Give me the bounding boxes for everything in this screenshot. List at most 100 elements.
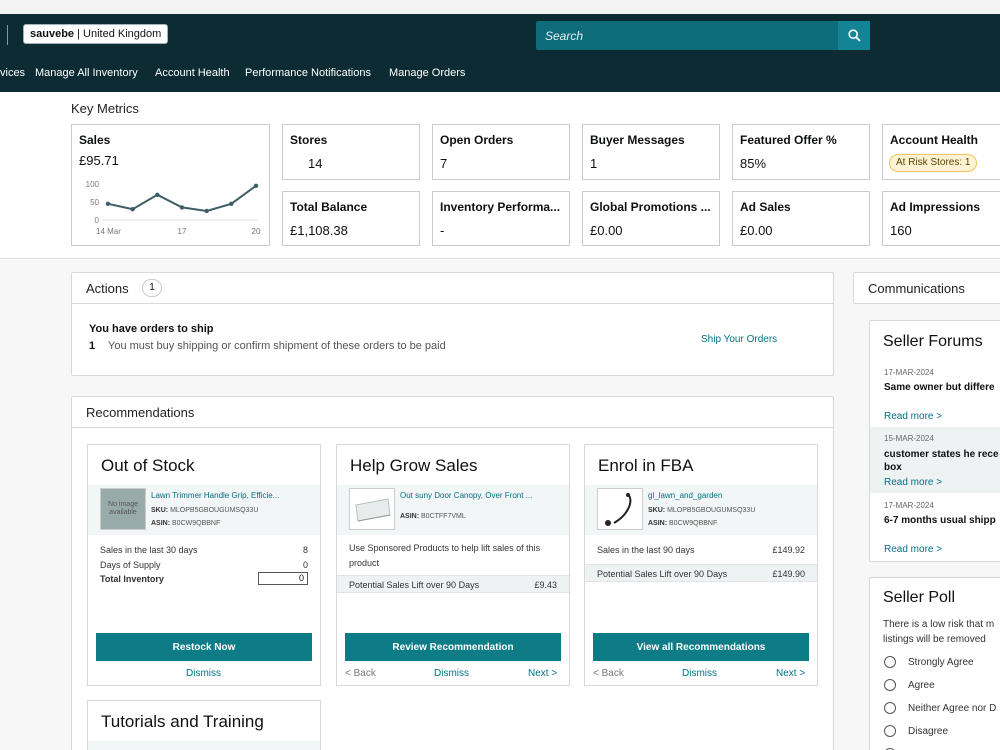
actions-header: Actions 1 <box>72 273 833 304</box>
metric-label: Featured Offer % <box>740 133 837 147</box>
metric-value: 14 <box>308 156 323 171</box>
y-tick-label: 50 <box>90 198 99 207</box>
poll-radio-disagree[interactable] <box>884 725 896 737</box>
total-balance-metric-card[interactable]: Total Balance £1,108.38 <box>282 191 420 246</box>
total-inventory-input[interactable]: 0 <box>258 572 308 585</box>
product-row: gl_lawn_and_garden SKU: MLOPB5GBOUGUMSQ3… <box>585 485 817 535</box>
inventory-performance-metric-card[interactable]: Inventory Performa... - <box>432 191 570 246</box>
dismiss-link[interactable]: Dismiss <box>434 668 469 679</box>
read-more-link[interactable]: Read more > <box>884 477 942 488</box>
product-asin: ASIN: B0CW9QBBNF <box>648 520 718 527</box>
global-promotions-metric-card[interactable]: Global Promotions ... £0.00 <box>582 191 720 246</box>
next-link[interactable]: Next > <box>776 668 805 679</box>
dismiss-link[interactable]: Dismiss <box>186 668 221 679</box>
search-button[interactable] <box>838 21 870 50</box>
potential-sales-band: Potential Sales Lift over 90 Days £9.43 <box>337 575 569 593</box>
stat-row: Sales in the last 30 days 8 <box>100 545 308 555</box>
trimmer-handle-image <box>605 493 632 526</box>
forum-post-title[interactable]: customer states he rece <box>884 449 999 460</box>
x-tick-label: 20 <box>252 227 261 236</box>
dismiss-link[interactable]: Dismiss <box>682 668 717 679</box>
store-switcher[interactable]: sauvebe | United Kingdom <box>23 24 169 44</box>
potential-sales-band: Potential Sales Lift over 90 Days £149.9… <box>585 564 817 582</box>
nav-item-manage-orders[interactable]: Manage Orders <box>389 67 465 79</box>
ad-sales-metric-card[interactable]: Ad Sales £0.00 <box>732 191 870 246</box>
sales-label: Sales <box>79 133 111 147</box>
main-nav: vices Manage All Inventory Account Healt… <box>0 56 1000 92</box>
sales-data-point[interactable] <box>253 183 259 188</box>
next-link[interactable]: Next > <box>528 668 557 679</box>
open-orders-metric-card[interactable]: Open Orders 7 <box>432 124 570 180</box>
sales-data-point[interactable] <box>155 192 160 197</box>
read-more-link[interactable]: Read more > <box>884 411 942 422</box>
restock-now-button[interactable]: Restock Now <box>96 633 312 661</box>
card-title: Out of Stock <box>101 456 195 475</box>
review-recommendation-button[interactable]: Review Recommendation <box>345 633 561 661</box>
buyer-messages-metric-card[interactable]: Buyer Messages 1 <box>582 124 720 180</box>
search-input[interactable] <box>536 21 838 50</box>
card-title: Enrol in FBA <box>598 456 694 475</box>
view-all-recommendations-button[interactable]: View all Recommendations <box>593 633 809 661</box>
ship-your-orders-link[interactable]: Ship Your Orders <box>701 334 777 345</box>
read-more-link[interactable]: Read more > <box>884 544 942 555</box>
nav-item-account-health[interactable]: Account Health <box>155 67 230 79</box>
sales-metric-card[interactable]: Sales £95.71 100 50 0 14 Mar 17 20 <box>71 124 270 246</box>
ad-impressions-metric-card[interactable]: Ad Impressions 160 <box>882 191 1000 246</box>
nav-item-performance-notifications[interactable]: Performance Notifications <box>245 67 371 79</box>
poll-radio-strongly-agree[interactable] <box>884 656 896 668</box>
sales-data-point[interactable] <box>229 201 234 206</box>
tutorials-card: Tutorials and Training <box>87 700 321 750</box>
poll-option-label: Disagree <box>908 726 949 737</box>
sales-data-point[interactable] <box>179 205 185 210</box>
forum-post-title[interactable]: 6-7 months usual shipp <box>884 515 996 526</box>
communications-title: Communications <box>868 281 965 296</box>
product-title-link[interactable]: gl_lawn_and_garden <box>648 491 722 500</box>
poll-option-label: Agree <box>908 680 935 691</box>
featured-offer-metric-card[interactable]: Featured Offer % 85% <box>732 124 870 180</box>
actions-panel: Actions 1 You have orders to ship 1 You … <box>71 272 834 376</box>
product-title-link[interactable]: Out suny Door Canopy, Over Front ... <box>400 491 532 500</box>
browser-top-strip <box>0 0 1000 14</box>
actions-heading: You have orders to ship <box>89 323 214 335</box>
recommendations-title: Recommendations <box>86 405 195 420</box>
account-health-metric-card[interactable]: Account Health At Risk Stores: 1 <box>882 124 1000 180</box>
metric-label: Open Orders <box>440 133 514 147</box>
metric-label: Account Health <box>890 133 979 147</box>
nav-item-services[interactable]: vices <box>0 67 25 79</box>
metric-value: £0.00 <box>740 223 773 238</box>
key-metrics-title: Key Metrics <box>71 101 139 116</box>
poll-radio-neither[interactable] <box>884 702 896 714</box>
search-icon <box>847 29 861 42</box>
sales-data-point[interactable] <box>130 207 135 212</box>
back-link[interactable]: < Back <box>345 668 376 679</box>
help-grow-sales-card: Help Grow Sales Out suny Door Canopy, Ov… <box>336 444 570 686</box>
actions-title: Actions <box>86 281 129 296</box>
poll-question: There is a low risk that m <box>883 619 995 630</box>
nav-item-manage-all-inventory[interactable]: Manage All Inventory <box>35 67 138 79</box>
communications-header: Communications <box>853 272 1000 304</box>
product-sku: SKU: MLOPB5GBOUGUMSQ33U <box>648 507 756 514</box>
metric-label: Buyer Messages <box>590 133 685 147</box>
header-divider <box>7 25 8 45</box>
sales-data-point[interactable] <box>105 201 111 206</box>
product-thumbnail <box>597 488 643 530</box>
poll-radio-agree[interactable] <box>884 679 896 691</box>
stores-metric-card[interactable]: Stores 14 <box>282 124 420 180</box>
metric-label: Global Promotions ... <box>590 200 711 214</box>
back-link[interactable]: < Back <box>593 668 624 679</box>
enrol-in-fba-card: Enrol in FBA gl_lawn_and_garden SKU: MLO… <box>584 444 818 686</box>
metric-value: - <box>440 223 445 238</box>
forum-post-title[interactable]: Same owner but differe <box>884 382 995 393</box>
product-title-link[interactable]: Lawn Trimmer Handle Grip, Efficie... <box>151 491 279 500</box>
metric-label: Inventory Performa... <box>440 200 561 214</box>
store-name: sauvebe <box>30 28 75 40</box>
metric-value: 85% <box>740 156 767 171</box>
y-tick-label: 100 <box>86 180 100 189</box>
y-tick-label: 0 <box>95 216 100 225</box>
sales-data-point[interactable] <box>204 208 209 214</box>
product-sku: SKU: MLOPB5GBOUGUMSQ33U <box>151 507 259 514</box>
x-tick-label: 14 Mar <box>96 227 121 236</box>
metric-label: Stores <box>290 133 328 147</box>
search-box[interactable] <box>536 21 838 50</box>
tutorials-content-strip <box>88 741 320 750</box>
